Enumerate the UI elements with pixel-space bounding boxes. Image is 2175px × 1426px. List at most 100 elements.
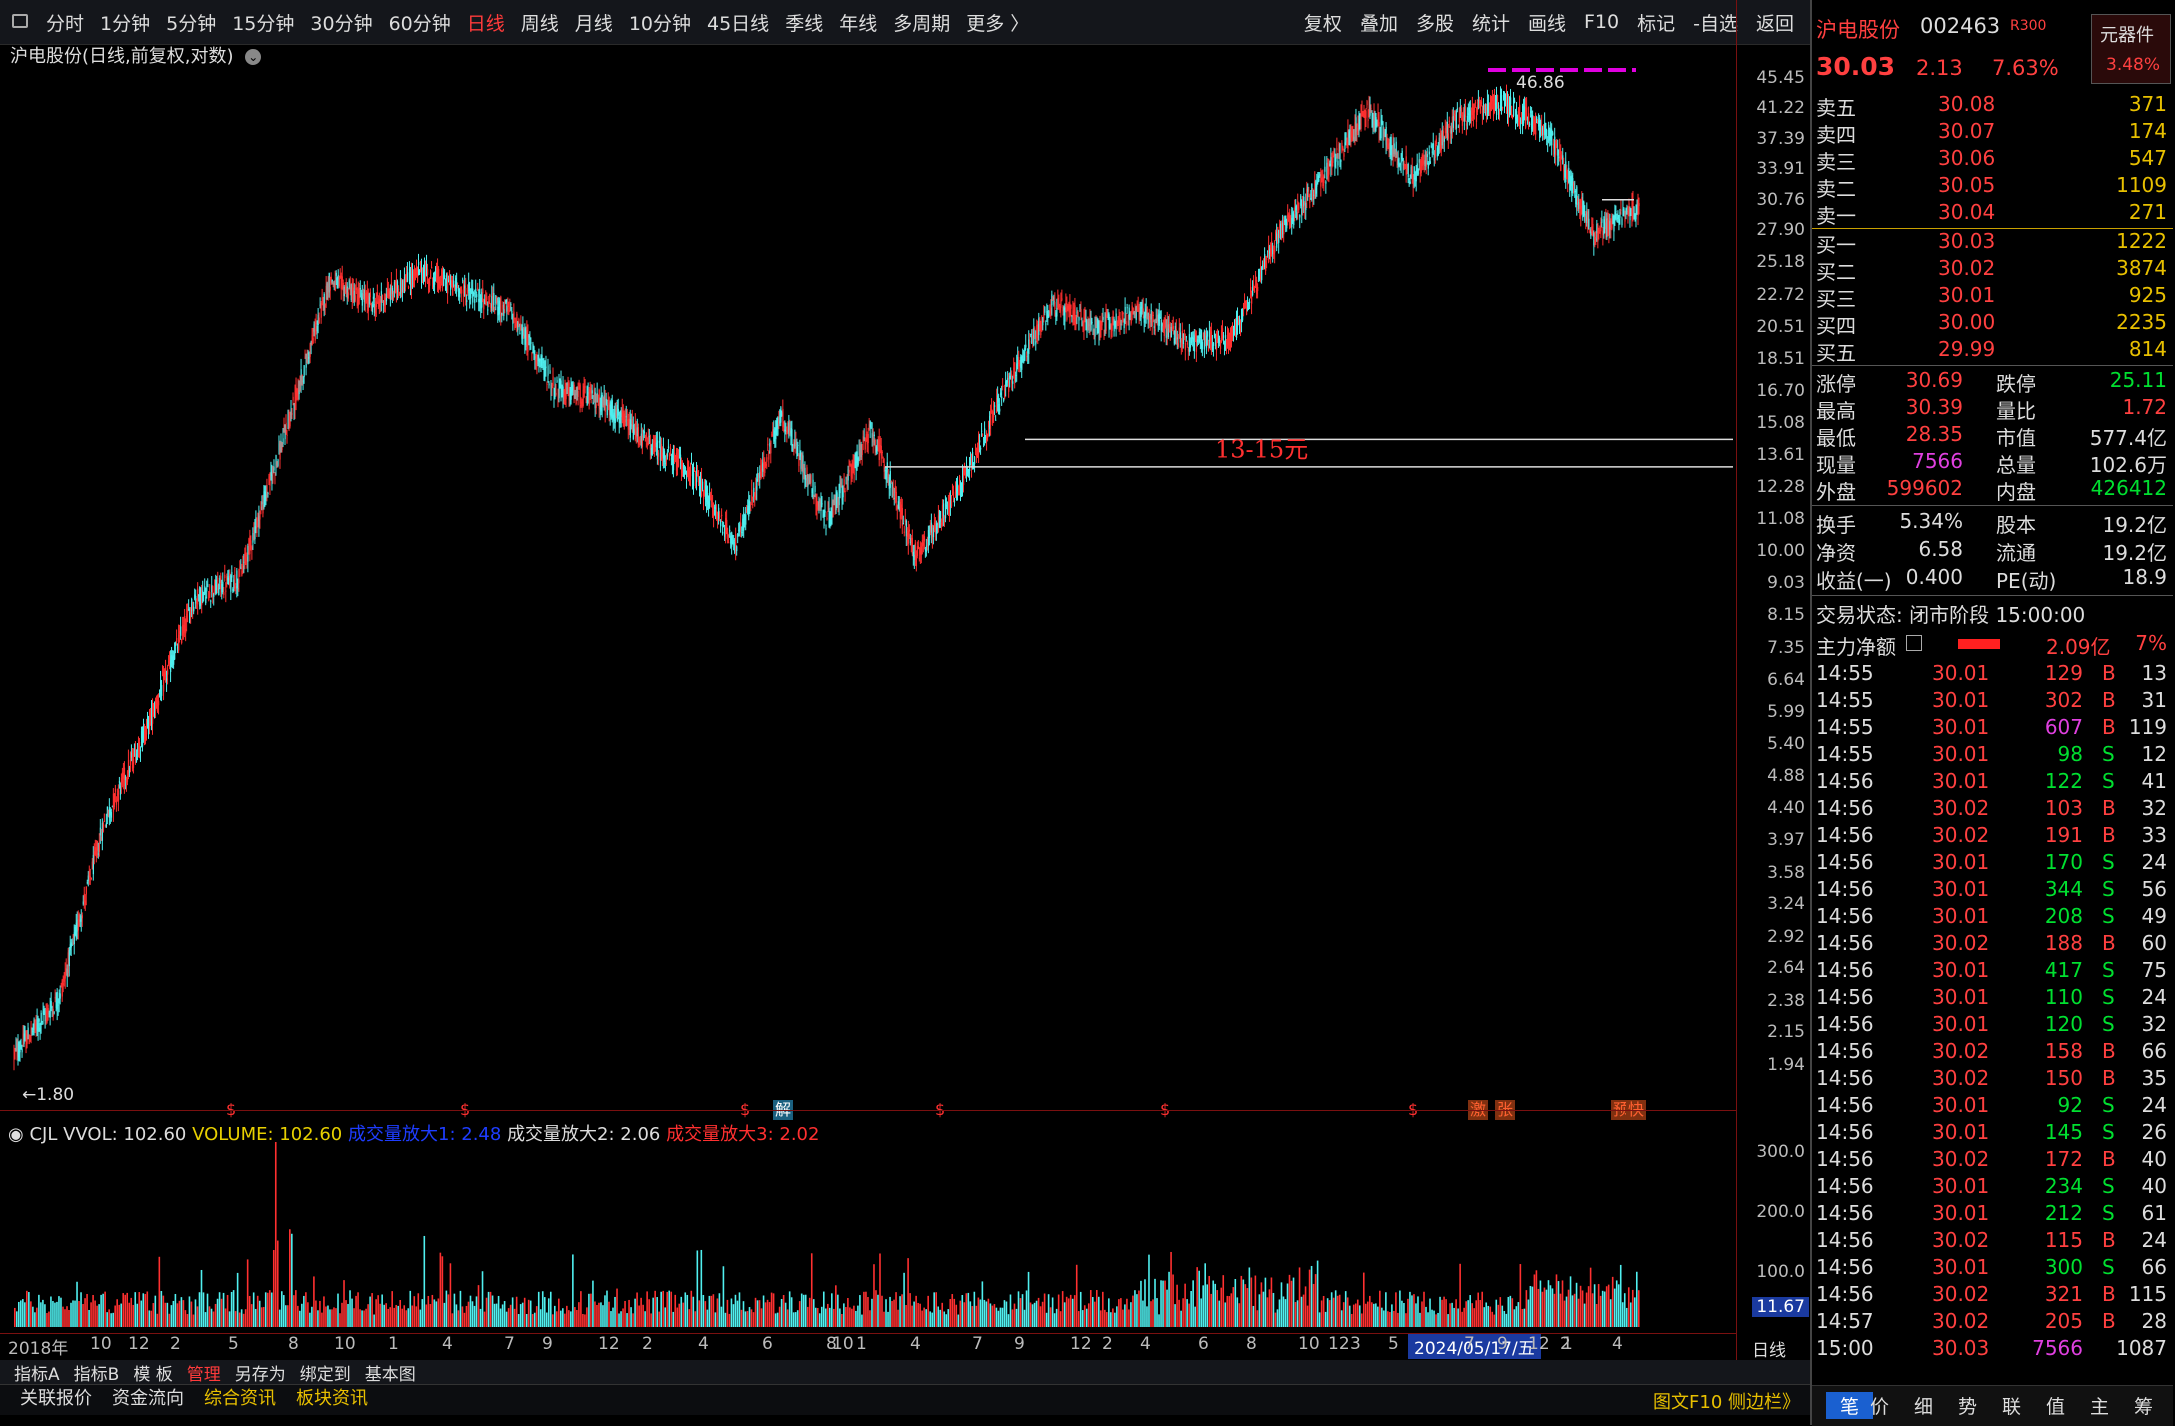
tool-button-1[interactable]: 叠加 <box>1360 9 1398 36</box>
sector-selector-button[interactable]: 元器件 3.48% <box>2091 14 2171 84</box>
volume-bar <box>788 1291 791 1327</box>
kline-chart[interactable]: 13-15元46.86←1.80$$$解$$$激张预快 <box>0 60 1736 1120</box>
volume-bar <box>774 1313 777 1327</box>
list-icon[interactable] <box>1906 635 1922 651</box>
volume-bar <box>812 1299 815 1327</box>
volume-bar <box>1348 1305 1351 1327</box>
volume-bar <box>1256 1310 1259 1327</box>
volume-bar <box>1515 1306 1518 1327</box>
period-tab-13[interactable]: 多周期 <box>893 9 950 36</box>
volume-bar <box>1150 1301 1152 1327</box>
indicator-tab-2[interactable]: 模 板 <box>133 1365 172 1385</box>
volume-bar <box>1475 1300 1477 1327</box>
tool-button-3[interactable]: 统计 <box>1472 9 1510 36</box>
volume-bar <box>1577 1298 1580 1327</box>
period-tab-9[interactable]: 10分钟 <box>629 9 691 36</box>
volume-bar <box>309 1312 311 1327</box>
tick-row: 14:56 30.02 172 B 40 <box>1812 1147 2173 1174</box>
indicator-tab-4[interactable]: 另存为 <box>235 1365 286 1385</box>
quote-tab-5[interactable]: 值 <box>2046 1392 2065 1419</box>
period-tab-4[interactable]: 30分钟 <box>310 9 372 36</box>
volume-bar <box>885 1299 887 1327</box>
volume-bar <box>128 1302 131 1327</box>
flow-bar <box>1958 639 2000 649</box>
price-annotation: 13-15元 <box>1215 435 1308 463</box>
period-tab-2[interactable]: 5分钟 <box>166 9 216 36</box>
volume-bar <box>108 1309 110 1327</box>
period-tab-8[interactable]: 月线 <box>575 9 613 36</box>
tick-time: 14:56 <box>1816 958 1874 982</box>
candle-body <box>555 392 557 395</box>
sidebar-toggle[interactable]: 图文F10 侧边栏》 <box>1653 1389 1800 1417</box>
tick-side: S <box>2102 850 2115 874</box>
volume-chart[interactable] <box>0 1130 1736 1330</box>
volume-bar <box>1589 1267 1592 1327</box>
tool-button-7[interactable]: -自选 <box>1693 9 1738 36</box>
indicator-tab-3[interactable]: 管理 <box>187 1365 221 1385</box>
quote-tab-0[interactable]: 笔 <box>1826 1392 1874 1419</box>
tool-button-6[interactable]: 标记 <box>1637 9 1675 36</box>
volume-bar <box>1224 1302 1227 1327</box>
tool-button-0[interactable]: 复权 <box>1304 9 1342 36</box>
candle-body <box>486 296 488 301</box>
volume-bar <box>547 1298 550 1327</box>
volume-bar <box>953 1298 956 1327</box>
period-tab-5[interactable]: 60分钟 <box>389 9 451 36</box>
volume-bar <box>1124 1304 1126 1327</box>
volume-bar <box>214 1303 217 1327</box>
period-tab-10[interactable]: 45日线 <box>707 9 769 36</box>
quote-tab-7[interactable]: 筹 <box>2134 1392 2153 1419</box>
tick-side: S <box>2102 1174 2115 1198</box>
volume-bar <box>1469 1295 1471 1327</box>
volume-bar <box>997 1310 1000 1327</box>
quote-tab-2[interactable]: 细 <box>1914 1392 1933 1419</box>
info-label: 净资 <box>1816 541 1856 565</box>
volume-bar <box>537 1291 540 1327</box>
tick-time: 14:56 <box>1816 1093 1874 1117</box>
volume-bar <box>1338 1294 1341 1327</box>
info-tab-1[interactable]: 资金流向 <box>112 1388 184 1409</box>
volume-bar <box>272 1250 275 1327</box>
period-tab-12[interactable]: 年线 <box>839 9 877 36</box>
indicator-tab-5[interactable]: 绑定到 <box>300 1365 351 1385</box>
volume-bar <box>317 1310 319 1327</box>
volume-bar <box>712 1294 715 1327</box>
indicator-tab-6[interactable]: 基本图 <box>365 1365 416 1385</box>
time-tick: 4 <box>698 1334 709 1354</box>
period-tab-0[interactable]: 分时 <box>46 9 84 36</box>
period-tab-1[interactable]: 1分钟 <box>100 9 150 36</box>
quote-tab-3[interactable]: 势 <box>1958 1392 1977 1419</box>
volume-bar <box>1019 1298 1022 1327</box>
candle-body <box>689 463 692 477</box>
quote-tab-1[interactable]: 价 <box>1870 1392 1889 1419</box>
volume-bar <box>794 1312 797 1327</box>
info-tab-2[interactable]: 综合资讯 <box>204 1388 276 1409</box>
tick-side: B <box>2102 1282 2116 1306</box>
volume-bar <box>1268 1289 1271 1327</box>
quote-tab-4[interactable]: 联 <box>2002 1392 2021 1419</box>
indicator-tab-1[interactable]: 指标B <box>74 1365 120 1385</box>
candle-body <box>1588 218 1590 229</box>
period-tab-7[interactable]: 周线 <box>521 9 559 36</box>
tick-side: B <box>2102 1228 2116 1252</box>
volume-bar <box>989 1303 992 1327</box>
indicator-tab-0[interactable]: 指标A <box>14 1365 60 1385</box>
info-tab-3[interactable]: 板块资讯 <box>296 1388 368 1409</box>
axis-period-label[interactable]: 日线 <box>1752 1336 1786 1361</box>
period-tab-6[interactable]: 日线 <box>467 9 505 36</box>
info-tab-0[interactable]: 关联报价 <box>20 1388 92 1409</box>
tool-button-5[interactable]: F10 <box>1584 11 1619 33</box>
tool-button-2[interactable]: 多股 <box>1416 9 1454 36</box>
quote-tab-6[interactable]: 主 <box>2090 1392 2109 1419</box>
tool-button-4[interactable]: 画线 <box>1528 9 1566 36</box>
volume-bar <box>1134 1290 1136 1327</box>
period-tab-3[interactable]: 15分钟 <box>232 9 294 36</box>
volume-bar <box>634 1298 636 1327</box>
panel-toggle-icon[interactable] <box>12 14 28 28</box>
volume-bar <box>963 1302 966 1327</box>
period-tab-14[interactable]: 更多 〉 <box>966 9 1029 36</box>
candle-body <box>1342 147 1344 149</box>
volume-bar <box>702 1294 705 1327</box>
period-tab-11[interactable]: 季线 <box>785 9 823 36</box>
candle-body <box>1370 108 1372 110</box>
